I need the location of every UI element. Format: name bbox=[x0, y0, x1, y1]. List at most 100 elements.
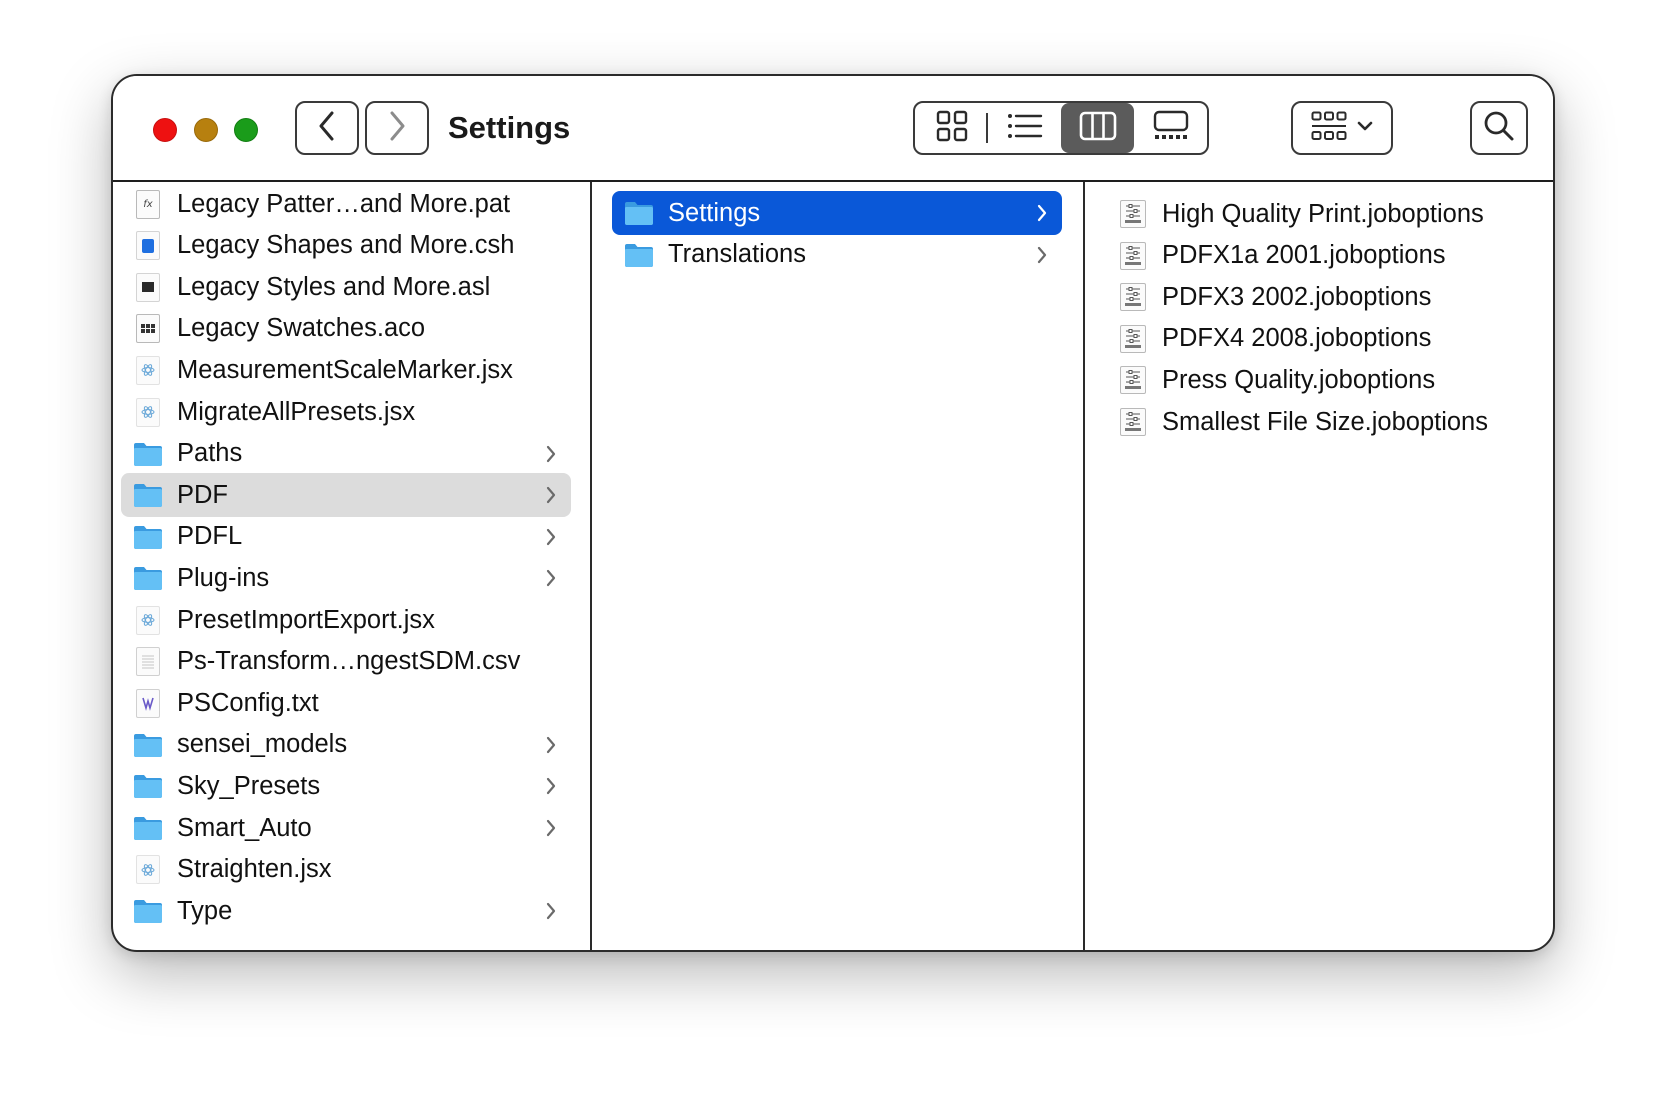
window-title: Settings bbox=[448, 110, 571, 145]
file-item[interactable]: MeasurementScaleMarker.jsx bbox=[121, 348, 571, 392]
column-2[interactable]: Settings Translations bbox=[592, 182, 1085, 950]
item-label: Smallest File Size.joboptions bbox=[1162, 407, 1488, 436]
folder-item[interactable]: Settings bbox=[612, 191, 1062, 235]
script-file-icon bbox=[133, 397, 163, 427]
file-item[interactable]: Legacy Shapes and More.csh bbox=[121, 224, 571, 268]
folder-icon bbox=[133, 730, 163, 760]
text-file-icon bbox=[133, 688, 163, 718]
file-item[interactable]: Legacy Swatches.aco bbox=[121, 307, 571, 351]
folder-item[interactable]: Paths bbox=[121, 432, 571, 476]
back-button[interactable] bbox=[295, 101, 359, 155]
group-grid-icon bbox=[1311, 111, 1347, 146]
file-item[interactable]: PDFX3 2002.joboptions bbox=[1110, 275, 1530, 319]
item-label: Legacy Shapes and More.csh bbox=[177, 231, 515, 260]
joboptions-file-icon bbox=[1118, 199, 1148, 229]
folder-icon bbox=[133, 896, 163, 926]
folder-item[interactable]: Smart_Auto bbox=[121, 806, 571, 850]
file-item[interactable]: fx Legacy Patter…and More.pat bbox=[121, 182, 571, 226]
column-3[interactable]: High Quality Print.joboptions PDFX1a 2001… bbox=[1085, 182, 1553, 950]
joboptions-file-icon bbox=[1118, 241, 1148, 271]
folder-icon bbox=[133, 480, 163, 510]
item-label: PDFX4 2008.joboptions bbox=[1162, 324, 1432, 353]
forward-button[interactable] bbox=[365, 101, 429, 155]
list-view-button[interactable] bbox=[988, 103, 1061, 153]
file-item[interactable]: PDFX1a 2001.joboptions bbox=[1110, 234, 1530, 278]
chevron-down-icon bbox=[1357, 119, 1373, 137]
folder-icon bbox=[133, 563, 163, 593]
chevron-right-icon bbox=[545, 473, 557, 517]
close-button[interactable] bbox=[153, 118, 177, 142]
chevron-right-icon bbox=[1036, 191, 1048, 235]
folder-item[interactable]: Translations bbox=[612, 233, 1062, 277]
chevron-right-icon bbox=[545, 806, 557, 850]
item-label: Legacy Styles and More.asl bbox=[177, 272, 491, 301]
chevron-right-icon bbox=[545, 764, 557, 808]
finder-window: Settings fx Legacy Patter…and More.pat L… bbox=[111, 74, 1555, 952]
item-label: Smart_Auto bbox=[177, 813, 312, 842]
script-file-icon bbox=[133, 605, 163, 635]
folder-item[interactable]: Sky_Presets bbox=[121, 764, 571, 808]
script-file-icon bbox=[133, 855, 163, 885]
swatch-file-icon bbox=[133, 314, 163, 344]
columns-icon bbox=[1079, 111, 1117, 146]
shapes-file-icon bbox=[133, 231, 163, 261]
view-mode-segmented-control bbox=[913, 101, 1209, 155]
folder-item[interactable]: PDF bbox=[121, 473, 571, 518]
item-label: PDFX1a 2001.joboptions bbox=[1162, 241, 1446, 270]
folder-icon bbox=[133, 813, 163, 843]
column-1[interactable]: fx Legacy Patter…and More.pat Legacy Shape… bbox=[113, 182, 592, 950]
joboptions-file-icon bbox=[1118, 365, 1148, 395]
folder-icon bbox=[133, 771, 163, 801]
chevron-right-icon bbox=[1036, 233, 1048, 277]
file-item[interactable]: Legacy Styles and More.asl bbox=[121, 265, 571, 309]
csv-file-icon bbox=[133, 647, 163, 677]
chevron-left-icon bbox=[317, 110, 337, 147]
item-label: MeasurementScaleMarker.jsx bbox=[177, 355, 513, 384]
chevron-right-icon bbox=[545, 889, 557, 933]
folder-icon bbox=[624, 198, 654, 228]
chevron-right-icon bbox=[545, 556, 557, 600]
file-item[interactable]: MigrateAllPresets.jsx bbox=[121, 390, 571, 434]
minimize-button[interactable] bbox=[194, 118, 218, 142]
file-item[interactable]: Straighten.jsx bbox=[121, 848, 571, 892]
item-label: PDFL bbox=[177, 522, 243, 551]
search-button[interactable] bbox=[1470, 101, 1528, 155]
folder-item[interactable]: sensei_models bbox=[121, 723, 571, 767]
file-item[interactable]: Press Quality.joboptions bbox=[1110, 358, 1530, 402]
item-label: PDF bbox=[177, 480, 228, 509]
item-label: PDFX3 2002.joboptions bbox=[1162, 282, 1432, 311]
script-file-icon bbox=[133, 355, 163, 385]
search-icon bbox=[1483, 110, 1515, 147]
item-label: Paths bbox=[177, 439, 243, 468]
item-label: Straighten.jsx bbox=[177, 855, 332, 884]
file-item[interactable]: Smallest File Size.joboptions bbox=[1110, 400, 1530, 444]
folder-item[interactable]: Type bbox=[121, 889, 571, 933]
icon-view-button[interactable] bbox=[915, 103, 988, 153]
item-label: Type bbox=[177, 896, 233, 925]
item-label: Plug-ins bbox=[177, 563, 270, 592]
chevron-right-icon bbox=[545, 515, 557, 559]
file-item[interactable]: Ps-Transform…ngestSDM.csv bbox=[121, 640, 571, 684]
styles-file-icon bbox=[133, 272, 163, 302]
group-by-button[interactable] bbox=[1291, 101, 1393, 155]
file-item[interactable]: PDFX4 2008.joboptions bbox=[1110, 317, 1530, 361]
joboptions-file-icon bbox=[1118, 407, 1148, 437]
chevron-right-icon bbox=[387, 110, 407, 147]
grid-icon bbox=[936, 110, 968, 147]
folder-icon bbox=[133, 439, 163, 469]
item-label: Press Quality.joboptions bbox=[1162, 365, 1436, 394]
folder-icon bbox=[133, 522, 163, 552]
file-item[interactable]: PSConfig.txt bbox=[121, 681, 571, 725]
gallery-view-button[interactable] bbox=[1134, 103, 1207, 153]
file-item[interactable]: PresetImportExport.jsx bbox=[121, 598, 571, 642]
folder-item[interactable]: PDFL bbox=[121, 515, 571, 559]
item-label: MigrateAllPresets.jsx bbox=[177, 397, 416, 426]
zoom-button[interactable] bbox=[234, 118, 258, 142]
item-label: Settings bbox=[668, 198, 761, 227]
column-view-button[interactable] bbox=[1061, 103, 1134, 153]
file-item[interactable]: High Quality Print.joboptions bbox=[1110, 192, 1530, 236]
item-label: PSConfig.txt bbox=[177, 688, 319, 717]
folder-item[interactable]: Plug-ins bbox=[121, 556, 571, 600]
column-browser: fx Legacy Patter…and More.pat Legacy Shape… bbox=[113, 182, 1553, 950]
item-label: Ps-Transform…ngestSDM.csv bbox=[177, 647, 521, 676]
